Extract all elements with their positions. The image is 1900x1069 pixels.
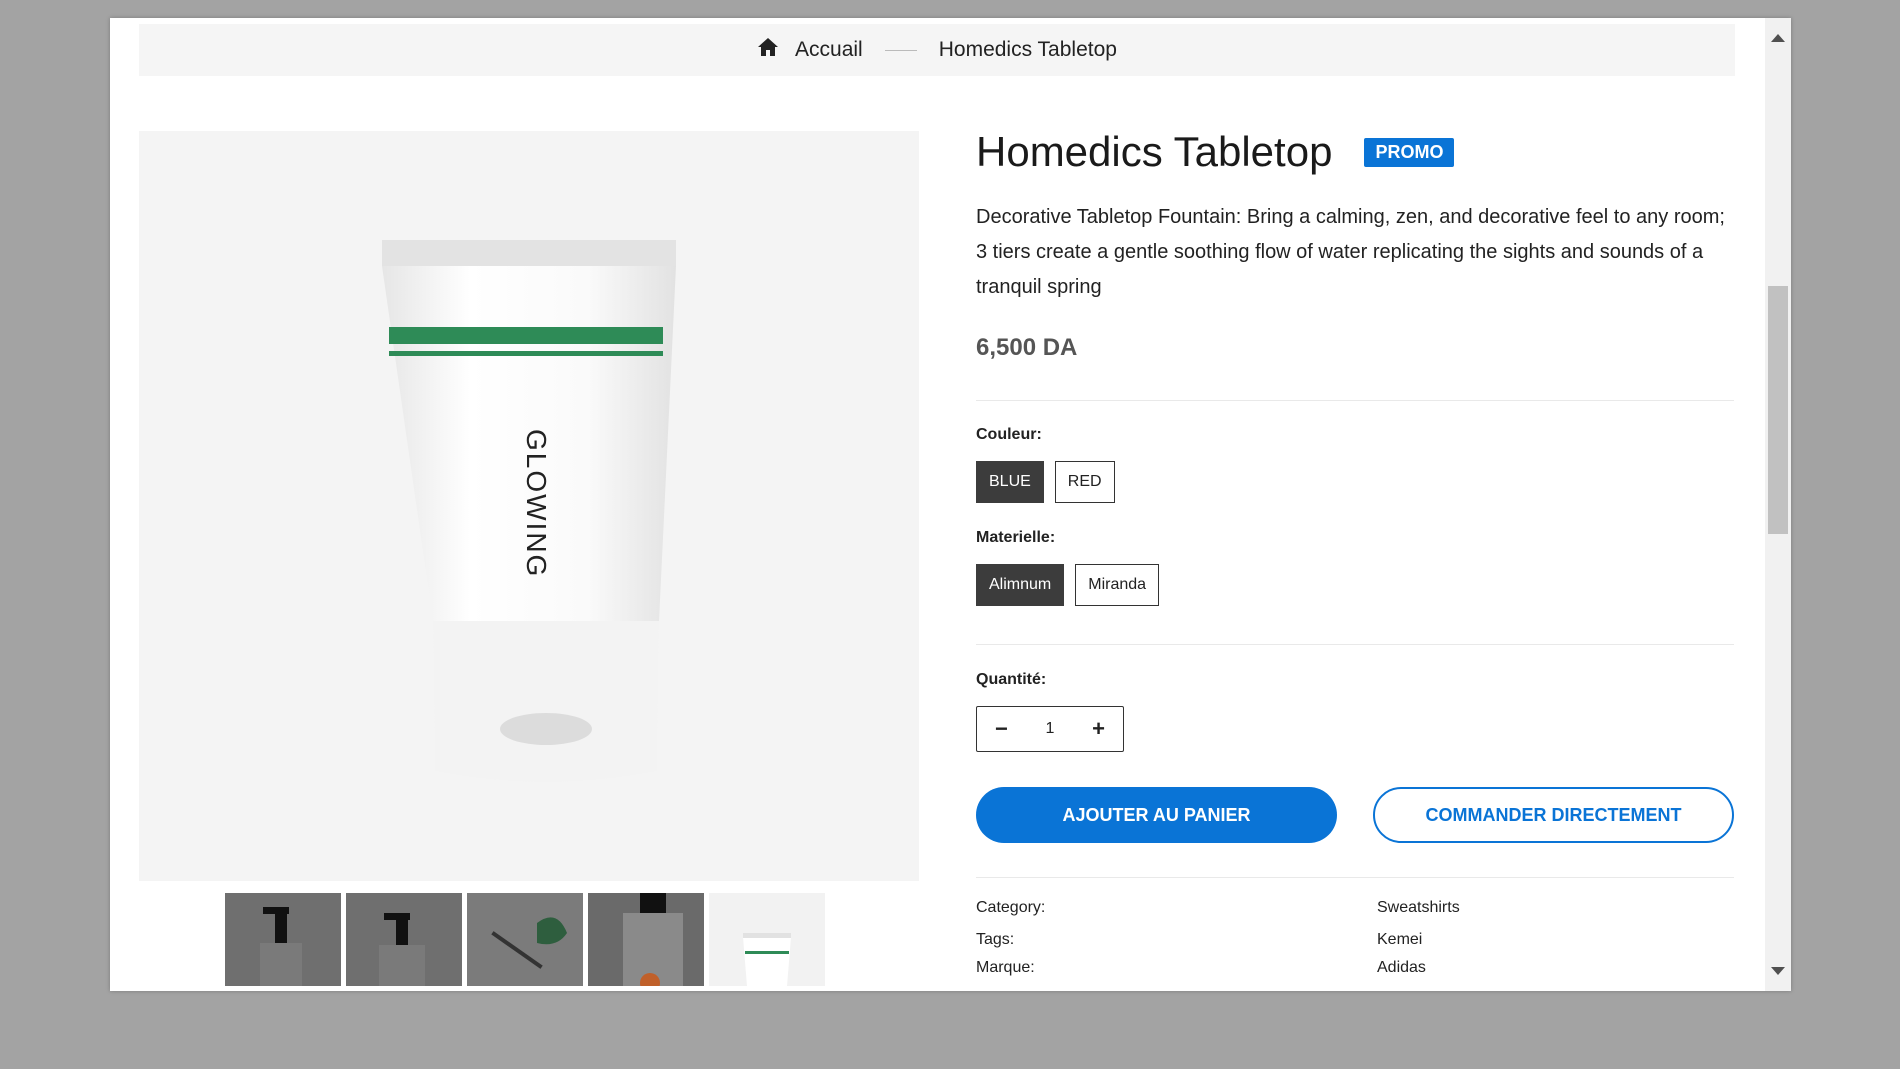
breadcrumb-home-label: Accuail <box>795 38 863 61</box>
divider <box>976 877 1734 878</box>
quantity-decrease-button[interactable]: − <box>995 716 1008 742</box>
divider <box>976 644 1734 645</box>
tube-brand-text: GLOWING <box>521 429 552 578</box>
color-label: Couleur: <box>976 426 1042 443</box>
color-option-blue[interactable]: BLUE <box>976 461 1044 503</box>
product-description: Decorative Tabletop Fountain: Bring a ca… <box>976 206 1725 298</box>
pump-bottle-icon <box>260 907 302 986</box>
material-option-alimnum[interactable]: Alimnum <box>976 564 1065 606</box>
tube-illustration: GLOWING <box>382 240 676 782</box>
breadcrumb-home-link[interactable]: Accuail <box>757 37 863 63</box>
quantity-increase-button[interactable]: + <box>1092 716 1105 742</box>
thumbnail-5[interactable] <box>709 893 825 986</box>
quantity-value[interactable]: 1 <box>1046 720 1055 738</box>
scroll-down-arrow-icon[interactable] <box>1771 967 1785 975</box>
tube-thumb-icon <box>743 933 791 986</box>
meta-row-brand: Marque: Adidas <box>976 954 1736 982</box>
thumbnail-2[interactable] <box>346 893 462 986</box>
divider <box>976 400 1734 401</box>
breadcrumb-current: Homedics Tabletop <box>938 38 1117 61</box>
product-main-image[interactable]: GLOWING <box>139 131 919 881</box>
scrollbar-thumb[interactable] <box>1768 286 1788 534</box>
add-to-cart-button[interactable]: AJOUTER AU PANIER <box>976 787 1337 843</box>
thumbnail-1[interactable] <box>225 893 341 986</box>
meta-row-tags: Tags: Kemei <box>976 926 1736 954</box>
product-meta: Category: Sweatshirts Tags: Kemei Marque… <box>976 894 1736 982</box>
breadcrumb-separator <box>884 49 917 51</box>
action-buttons: AJOUTER AU PANIER COMMANDER DIRECTEMENT <box>976 787 1734 843</box>
scroll-up-arrow-icon[interactable] <box>1771 34 1785 42</box>
order-now-button[interactable]: COMMANDER DIRECTEMENT <box>1373 787 1734 843</box>
pump-bottle-icon <box>379 913 425 986</box>
quantity-stepper: − 1 + <box>976 706 1124 752</box>
tube-closeup-icon <box>467 893 583 986</box>
thumbnail-4[interactable] <box>588 893 704 986</box>
category-label: Category: <box>976 899 1046 916</box>
brand-value[interactable]: Adidas <box>1377 959 1426 977</box>
promo-badge: PROMO <box>1364 137 1455 167</box>
tags-value[interactable]: Kemei <box>1377 931 1422 949</box>
material-label: Materielle: <box>976 529 1056 546</box>
vertical-scrollbar[interactable] <box>1765 18 1791 991</box>
breadcrumb: Accuail Homedics Tabletop <box>139 24 1735 76</box>
brand-label: Marque: <box>976 959 1035 976</box>
browser-window: Accuail Homedics Tabletop GLOWING Homedi… <box>110 18 1791 991</box>
color-options: BLUE RED <box>976 461 1736 503</box>
thumbnail-strip <box>225 893 825 986</box>
quantity-label: Quantité: <box>976 671 1047 688</box>
meta-row-category: Category: Sweatshirts <box>976 894 1736 922</box>
bottle-icon <box>588 893 704 986</box>
tags-label: Tags: <box>976 931 1015 948</box>
product-info: Homedics Tabletop PROMO Decorative Table… <box>976 128 1736 982</box>
product-price: 6,500 DA <box>976 334 1078 361</box>
material-options: Alimnum Miranda <box>976 564 1736 606</box>
home-icon <box>757 37 779 63</box>
product-title: Homedics Tabletop <box>976 128 1333 175</box>
thumbnail-3[interactable] <box>467 893 583 986</box>
category-value[interactable]: Sweatshirts <box>1377 899 1460 917</box>
material-option-miranda[interactable]: Miranda <box>1075 564 1160 606</box>
color-option-red[interactable]: RED <box>1054 461 1115 503</box>
